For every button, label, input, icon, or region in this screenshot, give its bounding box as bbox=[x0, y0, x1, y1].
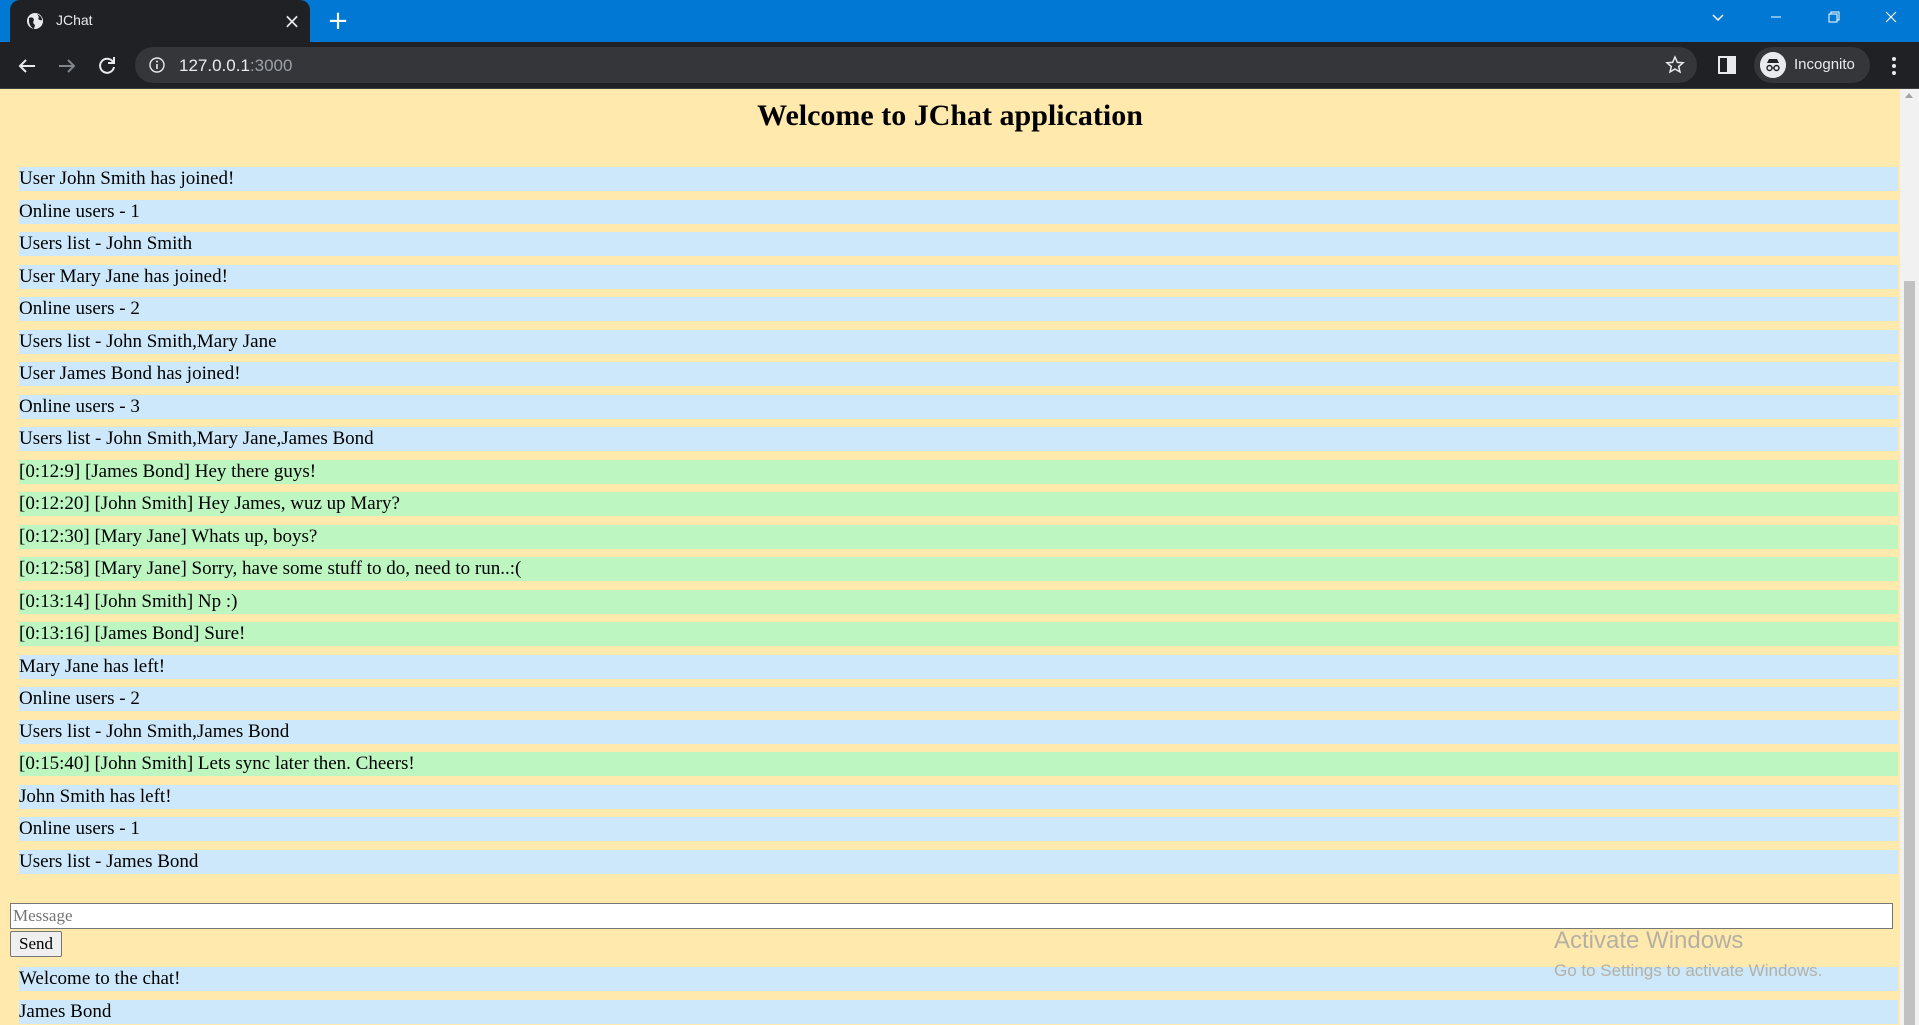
side-panel-icon[interactable] bbox=[1716, 54, 1738, 76]
url-text: 127.0.0.1:3000 bbox=[179, 56, 292, 76]
chat-message: [0:12:58] [Mary Jane] Sorry, have some s… bbox=[19, 557, 1898, 581]
chat-message: [0:12:9] [James Bond] Hey there guys! bbox=[19, 459, 1898, 484]
url-host: 127.0.0.1 bbox=[179, 56, 250, 75]
browser-tabstrip: JChat × + bbox=[0, 0, 1919, 42]
browser-toolbar: 127.0.0.1:3000 Incognito bbox=[0, 42, 1919, 89]
system-message: Mary Jane has left! bbox=[19, 654, 1898, 679]
close-tab-icon[interactable]: × bbox=[280, 9, 304, 33]
scroll-up-arrow-icon[interactable] bbox=[1905, 93, 1913, 98]
chat-message: [0:12:30] [Mary Jane] Whats up, boys? bbox=[19, 524, 1898, 549]
forward-arrow-icon[interactable] bbox=[50, 49, 84, 83]
info-icon[interactable] bbox=[149, 57, 165, 73]
current-username: James Bond bbox=[19, 1000, 1898, 1024]
new-tab-icon[interactable]: + bbox=[324, 7, 352, 35]
system-message: User James Bond has joined! bbox=[19, 362, 1898, 386]
tab-title: JChat bbox=[56, 12, 93, 28]
browser-tab[interactable]: JChat × bbox=[10, 0, 310, 42]
system-message: User Mary Jane has joined! bbox=[19, 264, 1898, 289]
more-vert-icon[interactable] bbox=[1882, 54, 1906, 78]
incognito-icon bbox=[1760, 52, 1786, 78]
url-port: :3000 bbox=[249, 56, 293, 75]
system-message: Users list - John Smith,Mary Jane bbox=[19, 329, 1898, 354]
chat-message: [0:13:14] [John Smith] Np :) bbox=[19, 589, 1898, 614]
system-message: Online users - 3 bbox=[19, 394, 1898, 419]
message-input[interactable] bbox=[10, 903, 1893, 929]
system-message: John Smith has left! bbox=[19, 784, 1898, 809]
system-message: Online users - 1 bbox=[19, 199, 1898, 224]
system-message: Online users - 2 bbox=[19, 297, 1898, 321]
incognito-label: Incognito bbox=[1794, 56, 1855, 73]
system-message: Online users - 1 bbox=[19, 817, 1898, 841]
chat-message: [0:15:40] [John Smith] Lets sync later t… bbox=[19, 752, 1898, 776]
star-icon[interactable] bbox=[1665, 55, 1685, 75]
system-message: Users list - John Smith,Mary Jane,James … bbox=[19, 427, 1898, 451]
vertical-scrollbar[interactable] bbox=[1900, 89, 1919, 1025]
back-arrow-icon[interactable] bbox=[10, 49, 44, 83]
system-message: Users list - John Smith,James Bond bbox=[19, 719, 1898, 744]
restore-icon[interactable] bbox=[1806, 0, 1862, 36]
system-message: User John Smith has joined! bbox=[19, 167, 1898, 191]
system-message: Users list - John Smith bbox=[19, 232, 1898, 256]
message-list: User John Smith has joined! Online users … bbox=[19, 167, 1898, 882]
chat-message: [0:12:20] [John Smith] Hey James, wuz up… bbox=[19, 492, 1898, 516]
incognito-profile-button[interactable]: Incognito bbox=[1754, 47, 1870, 83]
page-title: Welcome to JChat application bbox=[757, 99, 1143, 132]
minimize-icon[interactable] bbox=[1748, 0, 1804, 36]
globe-icon bbox=[27, 13, 43, 29]
address-bar[interactable]: 127.0.0.1:3000 bbox=[135, 47, 1697, 83]
chat-message: [0:13:16] [James Bond] Sure! bbox=[19, 622, 1898, 646]
tab-search-icon[interactable] bbox=[1690, 0, 1746, 36]
page-viewport: Welcome to JChat application User John S… bbox=[0, 89, 1900, 1025]
send-button[interactable]: Send bbox=[10, 931, 62, 957]
activate-windows-watermark: Activate Windows Go to Settings to activ… bbox=[1554, 927, 1822, 981]
watermark-subtitle: Go to Settings to activate Windows. bbox=[1554, 961, 1823, 980]
scrollbar-thumb[interactable] bbox=[1904, 281, 1915, 1025]
system-message: Users list - James Bond bbox=[19, 849, 1898, 874]
watermark-title: Activate Windows bbox=[1554, 927, 1744, 954]
system-message: Online users - 2 bbox=[19, 687, 1898, 711]
reload-icon[interactable] bbox=[90, 49, 124, 83]
window-close-icon[interactable] bbox=[1863, 0, 1919, 36]
